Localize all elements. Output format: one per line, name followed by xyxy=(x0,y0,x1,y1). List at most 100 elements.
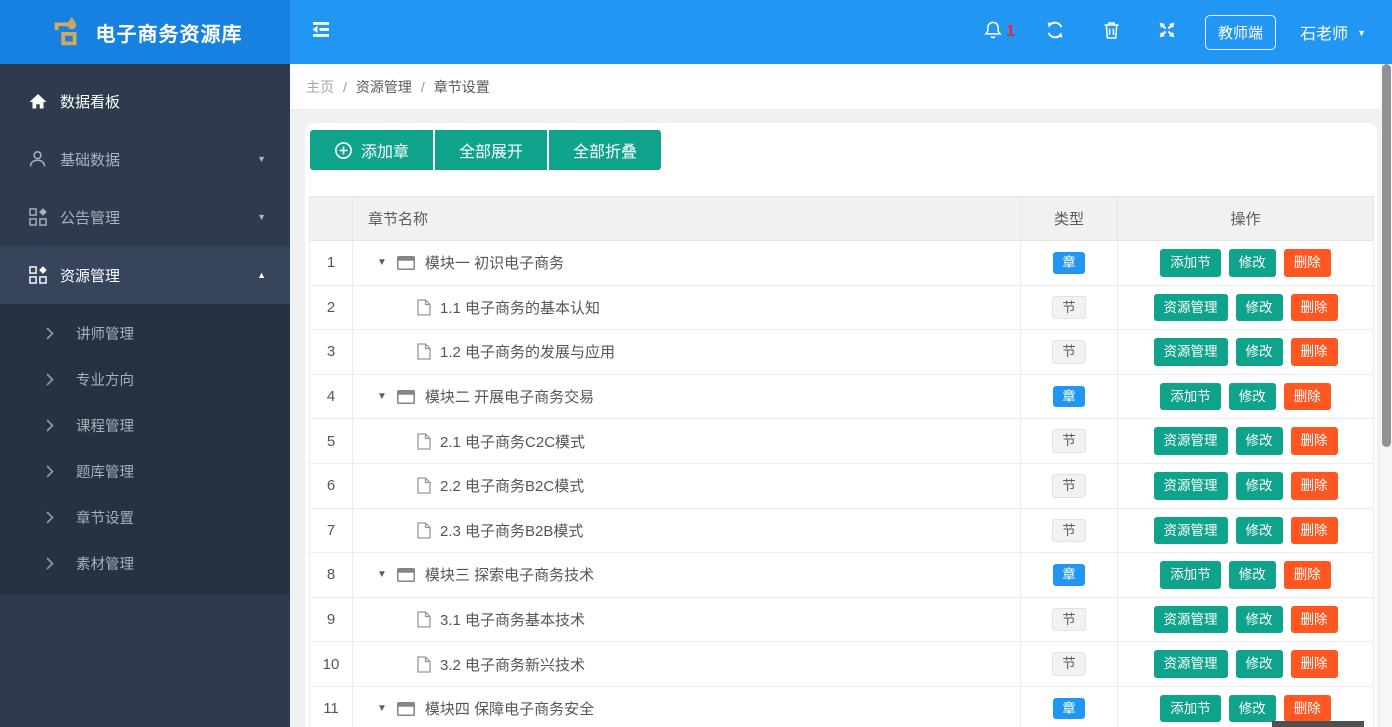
row-action-button[interactable]: 删除 xyxy=(1290,516,1338,545)
row-index: 1 xyxy=(309,240,353,286)
app-logo: 电子商务资源库 xyxy=(0,0,290,64)
type-badge: 节 xyxy=(1052,518,1086,543)
row-action-button[interactable]: 删除 xyxy=(1290,293,1338,322)
row-action-button[interactable]: 删除 xyxy=(1290,650,1338,678)
caret-down-icon[interactable]: ▼ xyxy=(377,257,387,268)
row-name-cell: 2.2 电子商务B2C模式 xyxy=(352,462,1021,509)
row-type-cell: 章 xyxy=(1020,240,1118,286)
sidebar-item-1[interactable]: 基础数据 ▼ xyxy=(0,130,290,188)
row-actions-cell: 资源管理 修改 删除 xyxy=(1117,641,1374,687)
add-chapter-button[interactable]: 添加章 xyxy=(310,130,434,170)
row-index: 4 xyxy=(309,373,353,420)
chevron-down-icon: ▼ xyxy=(257,212,266,222)
row-name: 2.2 电子商务B2C模式 xyxy=(353,475,1020,496)
row-action-button[interactable]: 资源管理 xyxy=(1153,516,1228,545)
row-action-button[interactable]: 修改 xyxy=(1235,338,1283,366)
app-root: 电子商务资源库 1 教师端 石老师 ▼ 数据看板 基础数据 ▼ 公告管理 ▼ 资… xyxy=(0,0,1392,727)
row-name-cell: ▼ 模块一 初识电子商务 xyxy=(352,240,1021,286)
sidebar-subitem[interactable]: 题库管理 xyxy=(0,448,290,494)
type-badge: 节 xyxy=(1052,474,1086,498)
breadcrumb-item[interactable]: 章节设置 xyxy=(434,77,490,97)
caret-down-icon[interactable]: ▼ xyxy=(377,391,387,402)
user-menu[interactable]: 石老师 ▼ xyxy=(1296,20,1370,44)
row-action-button[interactable]: 修改 xyxy=(1235,293,1283,322)
chapter-table: 章节名称 类型 操作 1 ▼ 模块一 初识电子商务章添加节 修改 删除 2 1.1 电子商务… xyxy=(309,196,1374,727)
window-icon xyxy=(396,701,415,716)
chevron-right-icon xyxy=(46,510,54,524)
horizontal-scrollbar-thumb[interactable] xyxy=(1272,721,1364,727)
row-action-button[interactable]: 删除 xyxy=(1290,605,1338,634)
row-action-button[interactable]: 修改 xyxy=(1235,605,1283,634)
sidebar-menu: 数据看板基础数据 ▼ 公告管理 ▼ 资源管理 ▲ 讲师管理专业方向课程管理 题库管理 章节设置素… xyxy=(0,72,290,594)
table-row: 10 3.2 电子商务新兴技术 节 资源管理 修改 删除 xyxy=(309,641,1374,687)
row-actions-cell: 添加节 修改 删除 xyxy=(1117,240,1374,286)
refresh-button[interactable] xyxy=(1027,0,1083,64)
breadcrumb: 主页 / 资源管理 / 章节设置 xyxy=(290,64,1392,110)
row-action-button[interactable]: 删除 xyxy=(1283,561,1331,589)
sidebar-subitem[interactable]: 讲师管理 xyxy=(0,310,290,356)
notification-count: 1 xyxy=(1006,23,1015,40)
sidebar: 数据看板基础数据 ▼ 公告管理 ▼ 资源管理 ▲ 讲师管理专业方向课程管理 题库管理 章节设置素… xyxy=(0,64,290,727)
row-action-button[interactable]: 资源管理 xyxy=(1153,472,1228,500)
row-action-button[interactable]: 添加节 xyxy=(1160,249,1221,277)
row-action-button[interactable]: 修改 xyxy=(1235,427,1283,455)
row-name-label: 3.1 电子商务基本技术 xyxy=(440,612,586,630)
row-action-button[interactable]: 资源管理 xyxy=(1153,338,1228,366)
table-row: 7 2.3 电子商务B2B模式 节 资源管理 修改 删除 xyxy=(309,507,1374,554)
row-action-button[interactable]: 修改 xyxy=(1228,249,1276,277)
sidebar-subitem[interactable]: 专业方向 xyxy=(0,356,290,402)
caret-down-icon[interactable]: ▼ xyxy=(377,569,387,580)
menu-collapse-icon xyxy=(310,20,332,44)
row-type-cell: 节 xyxy=(1020,284,1118,331)
role-button[interactable]: 教师端 xyxy=(1205,14,1277,50)
row-action-button[interactable]: 修改 xyxy=(1235,650,1283,678)
row-action-button[interactable]: 添加节 xyxy=(1160,382,1221,411)
row-action-button[interactable]: 资源管理 xyxy=(1153,650,1228,678)
row-action-button[interactable]: 修改 xyxy=(1228,694,1276,723)
expand-all-button[interactable]: 全部展开 xyxy=(435,130,548,170)
collapse-all-button[interactable]: 全部折叠 xyxy=(549,130,662,170)
breadcrumb-item[interactable]: 资源管理 xyxy=(356,77,412,97)
row-name: 1.1 电子商务的基本认知 xyxy=(353,297,1020,318)
sidebar-subitem[interactable]: 课程管理 xyxy=(0,402,290,448)
row-type-cell: 节 xyxy=(1020,641,1118,687)
row-action-button[interactable]: 删除 xyxy=(1290,427,1338,455)
sidebar-item-0[interactable]: 数据看板 xyxy=(0,72,290,130)
row-action-button[interactable]: 删除 xyxy=(1283,694,1331,723)
breadcrumb-item[interactable]: 主页 xyxy=(306,77,334,97)
row-actions-cell: 添加节 修改 删除 xyxy=(1117,552,1374,598)
row-action-button[interactable]: 资源管理 xyxy=(1153,605,1228,634)
row-action-button[interactable]: 资源管理 xyxy=(1153,427,1228,455)
row-name-cell: ▼ 模块二 开展电子商务交易 xyxy=(352,373,1021,420)
row-action-button[interactable]: 删除 xyxy=(1290,338,1338,366)
chevron-up-icon: ▲ xyxy=(257,270,266,280)
vertical-scrollbar[interactable] xyxy=(1381,64,1392,727)
row-action-button[interactable]: 添加节 xyxy=(1160,561,1221,589)
row-action-button[interactable]: 修改 xyxy=(1235,516,1283,545)
row-action-button[interactable]: 修改 xyxy=(1228,382,1276,411)
row-action-button[interactable]: 修改 xyxy=(1228,561,1276,589)
sidebar-subitem-label: 专业方向 xyxy=(76,372,134,389)
sidebar-item-label: 公告管理 xyxy=(60,209,121,227)
row-name: ▼ 模块二 开展电子商务交易 xyxy=(353,386,1020,407)
row-action-button[interactable]: 资源管理 xyxy=(1153,293,1228,322)
fullscreen-icon xyxy=(1157,20,1177,45)
sidebar-item-label: 数据看板 xyxy=(60,93,121,111)
row-index: 10 xyxy=(309,641,353,687)
sidebar-collapse-button[interactable] xyxy=(290,0,352,64)
row-action-button[interactable]: 删除 xyxy=(1283,249,1331,277)
notification-bell-button[interactable]: 1 xyxy=(971,0,1027,64)
sidebar-subitem[interactable]: 章节设置 xyxy=(0,494,290,540)
vertical-scrollbar-thumb[interactable] xyxy=(1382,64,1391,447)
row-action-button[interactable]: 删除 xyxy=(1290,472,1338,500)
row-action-button[interactable]: 删除 xyxy=(1283,382,1331,411)
sidebar-subitem[interactable]: 素材管理 xyxy=(0,540,290,586)
fullscreen-button[interactable] xyxy=(1139,0,1195,64)
clear-cache-button[interactable] xyxy=(1083,0,1139,64)
sidebar-item-2[interactable]: 公告管理 ▼ xyxy=(0,188,290,246)
row-action-button[interactable]: 添加节 xyxy=(1160,694,1221,723)
app-title: 电子商务资源库 xyxy=(95,23,243,46)
caret-down-icon[interactable]: ▼ xyxy=(377,703,387,714)
sidebar-item-3[interactable]: 资源管理 ▲ xyxy=(0,246,290,304)
row-action-button[interactable]: 修改 xyxy=(1235,472,1283,500)
